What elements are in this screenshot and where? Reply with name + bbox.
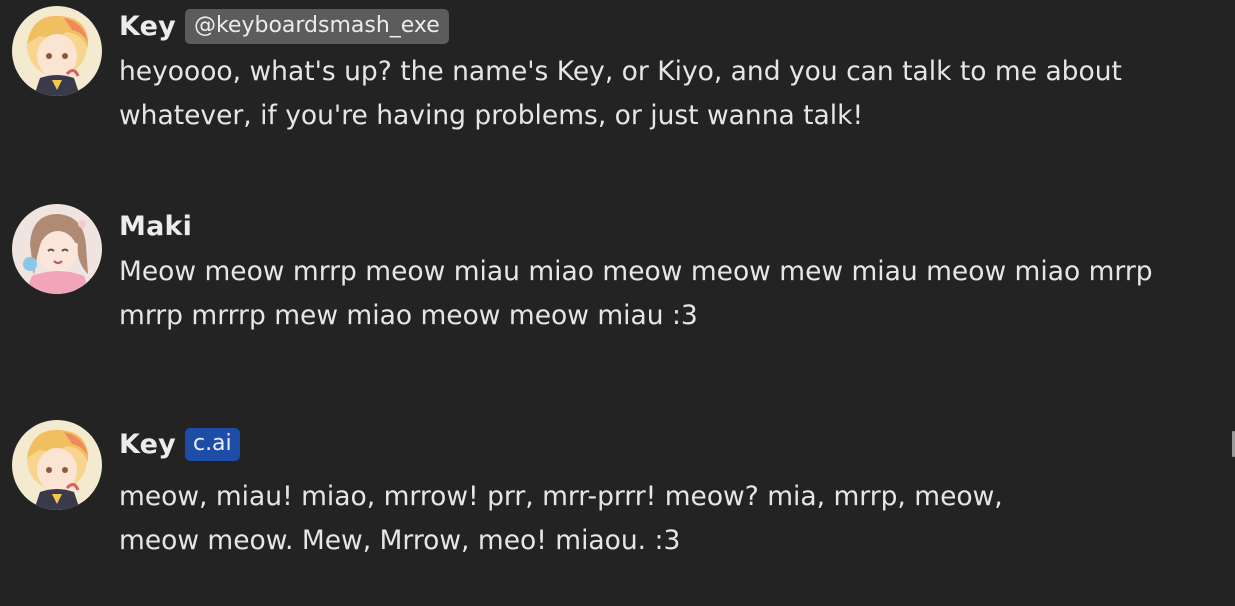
message-text: Meow meow mrrp meow miau miao meow meow …	[119, 256, 1153, 331]
chat-message: Maki Meow meow mrrp meow miau miao meow …	[12, 204, 1227, 334]
message-text: meow, miau! miao, mrrow! prr, mrr-prrr! …	[119, 481, 1003, 556]
blond-anime-boy-avatar-icon	[12, 6, 102, 96]
ai-badge: c.ai	[184, 427, 240, 461]
avatar[interactable]	[12, 204, 102, 294]
author-name[interactable]: Key	[119, 429, 176, 460]
chat-message: Key c.ai meow, miau! miao, mrrow! prr, m…	[12, 420, 1227, 560]
author-name[interactable]: Maki	[119, 211, 192, 242]
message-text: heyoooo, what's up? the name's Key, or K…	[119, 56, 1122, 131]
message-header: Maki	[119, 204, 192, 248]
blond-anime-boy-avatar-icon	[12, 420, 102, 510]
author-name[interactable]: Key	[119, 11, 176, 42]
author-handle-tag[interactable]: @keyboardsmash_exe	[184, 8, 449, 44]
message-header: Key c.ai	[119, 422, 240, 466]
brown-haired-anime-girl-avatar-icon	[12, 204, 102, 294]
chat-message: Key @keyboardsmash_exe heyoooo, what's u…	[12, 4, 1227, 134]
avatar[interactable]	[12, 6, 102, 96]
message-header: Key @keyboardsmash_exe	[119, 4, 449, 48]
avatar[interactable]	[12, 420, 102, 510]
